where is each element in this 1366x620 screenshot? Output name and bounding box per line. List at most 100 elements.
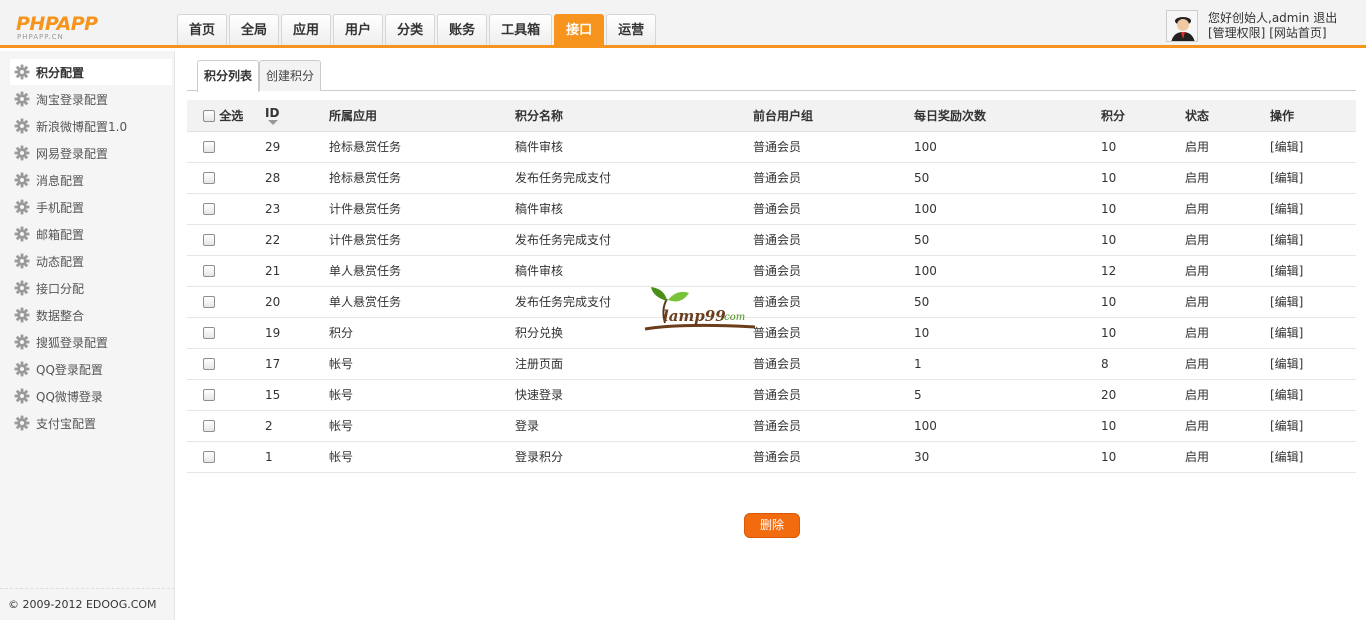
sidebar-item-3[interactable]: 网易登录配置 <box>10 140 172 166</box>
nav-tab-2[interactable]: 应用 <box>281 14 332 45</box>
table-row: 17 帐号 注册页面 普通会员 1 8 启用 [编辑] <box>187 348 1356 380</box>
sidebar-item-label: QQ微博登录 <box>36 389 103 404</box>
sidebar-item-1[interactable]: 淘宝登录配置 <box>10 86 172 112</box>
cell-group: 普通会员 <box>753 131 914 163</box>
cell-status: 启用 <box>1185 348 1270 380</box>
logo[interactable]: PHPAPP PHPAPP.CN <box>16 14 126 44</box>
row-checkbox[interactable] <box>203 451 215 463</box>
cell-status: 启用 <box>1185 193 1270 225</box>
edit-link[interactable]: [编辑] <box>1270 419 1303 433</box>
edit-link[interactable]: [编辑] <box>1270 171 1303 185</box>
sidebar-item-8[interactable]: 接口分配 <box>10 275 172 301</box>
sidebar-item-7[interactable]: 动态配置 <box>10 248 172 274</box>
edit-link[interactable]: [编辑] <box>1270 202 1303 216</box>
row-checkbox[interactable] <box>203 234 215 246</box>
edit-link[interactable]: [编辑] <box>1270 295 1303 309</box>
sidebar-item-10[interactable]: 搜狐登录配置 <box>10 329 172 355</box>
row-select-cell <box>187 286 265 318</box>
cell-status: 启用 <box>1185 317 1270 349</box>
sidebar-item-9[interactable]: 数据整合 <box>10 302 172 328</box>
cell-group: 普通会员 <box>753 317 914 349</box>
edit-link[interactable]: [编辑] <box>1270 450 1303 464</box>
sidebar-item-5[interactable]: 手机配置 <box>10 194 172 220</box>
nav-tab-8[interactable]: 运营 <box>606 14 657 45</box>
nav-tab-1[interactable]: 全局 <box>229 14 280 45</box>
nav-tab-7[interactable]: 接口 <box>554 14 605 45</box>
row-checkbox[interactable] <box>203 172 215 184</box>
cell-action: [编辑] <box>1270 441 1356 473</box>
logout-link[interactable]: 退出 <box>1313 11 1337 25</box>
nav-tab-3[interactable]: 用户 <box>333 14 384 45</box>
row-select-cell <box>187 379 265 411</box>
points-table: 全选 ID 所属应用 积分名称 前台用户组 每日奖励次数 积分 状态 操作 29… <box>187 100 1356 473</box>
cell-points: 10 <box>1101 131 1185 163</box>
nav-tab-6[interactable]: 工具箱 <box>489 14 553 45</box>
sidebar-item-label: 新浪微博配置1.0 <box>36 119 128 134</box>
sidebar-item-0[interactable]: 积分配置 <box>10 59 172 85</box>
edit-link[interactable]: [编辑] <box>1270 388 1303 402</box>
edit-link[interactable]: [编辑] <box>1270 357 1303 371</box>
row-checkbox[interactable] <box>203 420 215 432</box>
table-row: 23 计件悬赏任务 稿件审核 普通会员 100 10 启用 [编辑] <box>187 193 1356 225</box>
cell-status: 启用 <box>1185 379 1270 411</box>
sidebar-item-label: 动态配置 <box>36 254 85 269</box>
row-checkbox[interactable] <box>203 327 215 339</box>
sidebar-item-12[interactable]: QQ微博登录 <box>10 383 172 409</box>
cell-name: 发布任务完成支付 <box>515 224 753 256</box>
sidebar-item-2[interactable]: 新浪微博配置1.0 <box>10 113 172 139</box>
select-all-checkbox[interactable] <box>203 110 215 123</box>
sidebar-item-11[interactable]: QQ登录配置 <box>10 356 172 382</box>
edit-link[interactable]: [编辑] <box>1270 264 1303 278</box>
gear-icon <box>14 253 30 269</box>
gear-icon <box>14 361 30 377</box>
row-checkbox[interactable] <box>203 389 215 401</box>
nav-tab-5[interactable]: 账务 <box>437 14 488 45</box>
logo-subtext: PHPAPP.CN <box>17 33 64 41</box>
admin-rights-link[interactable]: [管理权限] <box>1208 26 1265 40</box>
tab-points-list[interactable]: 积分列表 <box>197 60 260 92</box>
sort-down-icon <box>268 119 278 125</box>
id-header[interactable]: ID <box>265 100 329 132</box>
delete-button[interactable]: 删除 <box>744 513 800 538</box>
points-header: 积分 <box>1101 100 1185 132</box>
nav-tab-0[interactable]: 首页 <box>177 14 228 45</box>
cell-app: 帐号 <box>329 348 515 380</box>
row-checkbox[interactable] <box>203 141 215 153</box>
cell-action: [编辑] <box>1270 286 1356 318</box>
row-checkbox[interactable] <box>203 296 215 308</box>
cell-action: [编辑] <box>1270 162 1356 194</box>
user-text: 您好创始人,admin 退出 [管理权限] [网站首页] <box>1208 11 1366 41</box>
edit-link[interactable]: [编辑] <box>1270 233 1303 247</box>
tab-create-points[interactable]: 创建积分 <box>259 60 322 91</box>
sidebar-item-6[interactable]: 邮箱配置 <box>10 221 172 247</box>
cell-group: 普通会员 <box>753 441 914 473</box>
cell-id: 19 <box>265 317 329 349</box>
top-header: PHPAPP PHPAPP.CN 首页 全局 应用 用户 分类 账务 工具箱 接口 运营 您好创… <box>0 0 1366 48</box>
site-home-link[interactable]: [网站首页] <box>1269 26 1326 40</box>
sidebar-item-13[interactable]: 支付宝配置 <box>10 410 172 436</box>
cell-daily: 50 <box>914 286 1101 318</box>
edit-link[interactable]: [编辑] <box>1270 140 1303 154</box>
cell-points: 10 <box>1101 193 1185 225</box>
sidebar-item-label: QQ登录配置 <box>36 362 103 377</box>
status-header: 状态 <box>1185 100 1270 132</box>
edit-link[interactable]: [编辑] <box>1270 326 1303 340</box>
avatar <box>1166 10 1198 42</box>
nav-tab-4[interactable]: 分类 <box>385 14 436 45</box>
row-checkbox[interactable] <box>203 265 215 277</box>
sidebar-item-4[interactable]: 消息配置 <box>10 167 172 193</box>
row-checkbox[interactable] <box>203 203 215 215</box>
select-all-header[interactable]: 全选 <box>187 100 265 132</box>
row-select-cell <box>187 348 265 380</box>
cell-name: 注册页面 <box>515 348 753 380</box>
cell-points: 10 <box>1101 317 1185 349</box>
cell-status: 启用 <box>1185 162 1270 194</box>
gear-icon <box>14 172 30 188</box>
cell-action: [编辑] <box>1270 255 1356 287</box>
cell-points: 8 <box>1101 348 1185 380</box>
cell-points: 10 <box>1101 224 1185 256</box>
sidebar-item-label: 网易登录配置 <box>36 146 109 161</box>
cell-app: 计件悬赏任务 <box>329 193 515 225</box>
row-checkbox[interactable] <box>203 358 215 370</box>
cell-name: 稿件审核 <box>515 193 753 225</box>
